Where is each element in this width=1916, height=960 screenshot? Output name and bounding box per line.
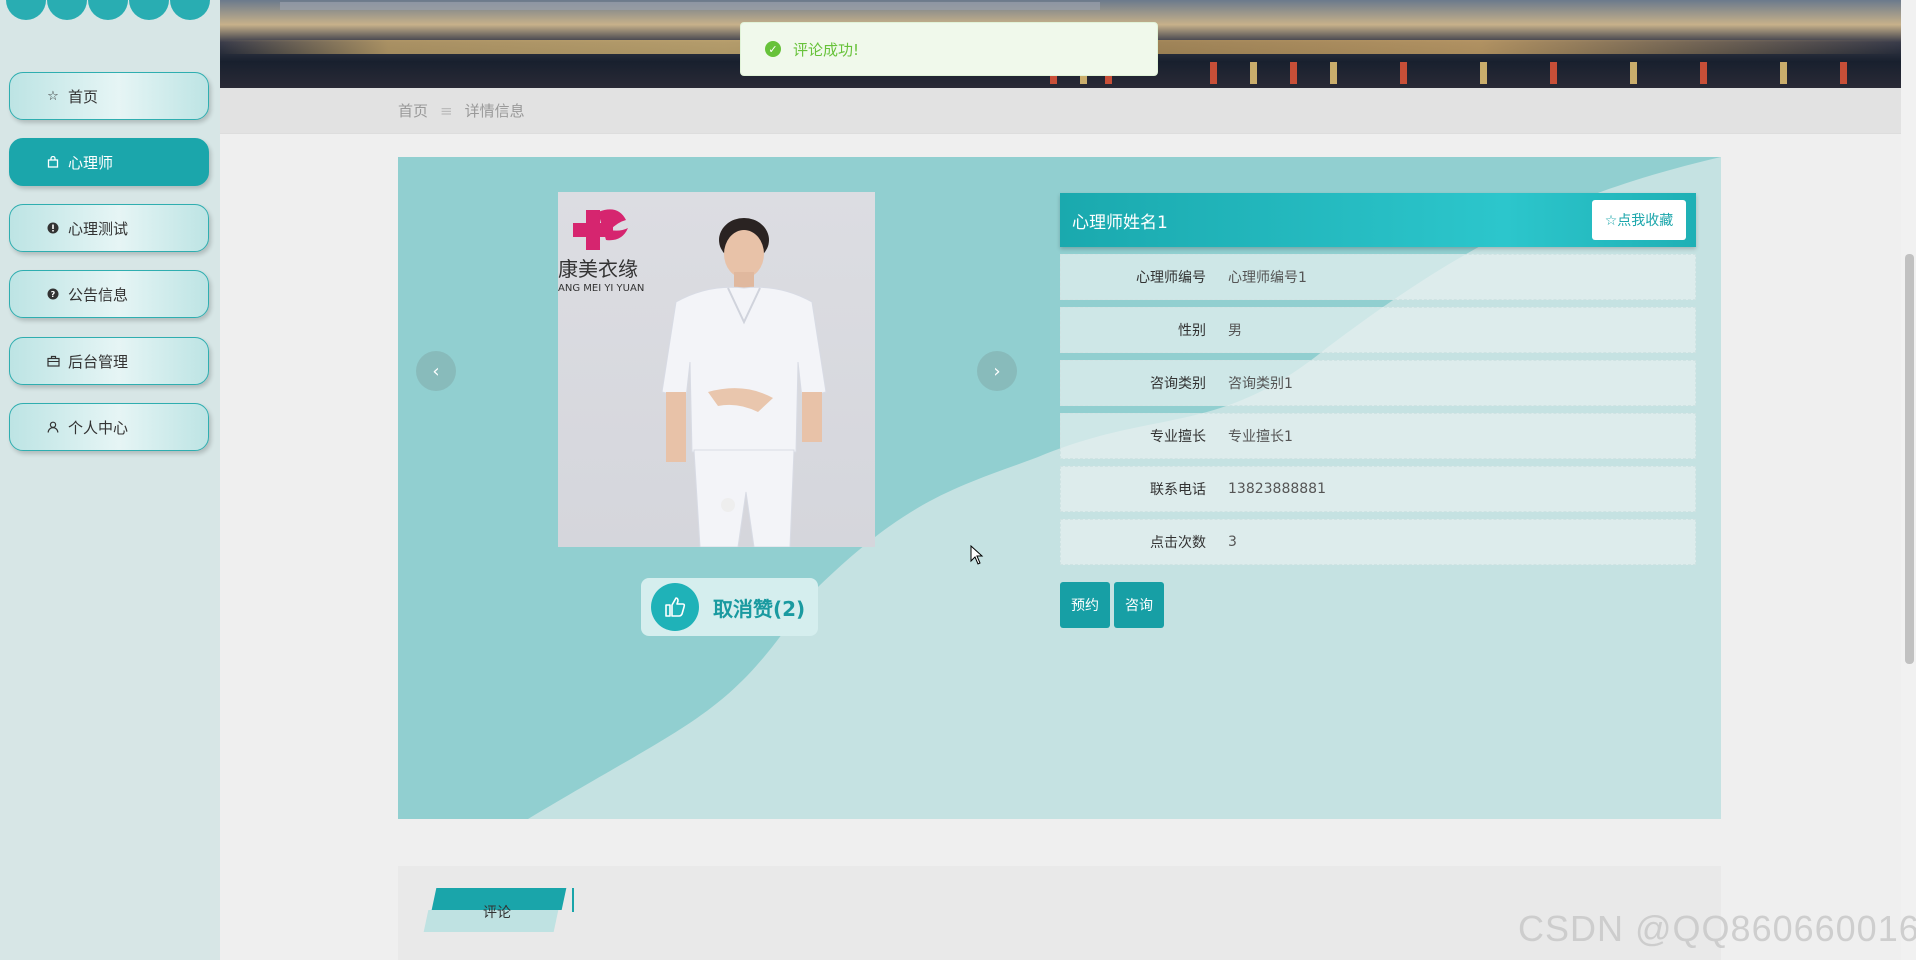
detail-card: 康美衣缘 ANG MEI YI YUAN ‹ › 取消赞(2) 心理师姓名1 ☆… [398,157,1721,819]
sidebar: ☆ 首页 心理师 心理测试 ? 公告信息 后台管理 个人中心 [0,0,220,960]
page-scrollbar[interactable] [1901,0,1916,960]
breadcrumb-current: 详情信息 [464,102,525,120]
scallop-decoration [47,0,87,20]
sidebar-item-admin[interactable]: 后台管理 [9,337,209,385]
field-label: 咨询类别 [1150,376,1206,392]
chevron-left-icon: ‹ [432,360,440,382]
photo-logo-text: 康美衣缘 [558,257,638,281]
mouse-cursor-icon [970,544,984,569]
field-value: 心理师编号1 [1228,270,1307,286]
watermark: CSDN @QQ860660016 [1518,908,1916,949]
favorite-button[interactable]: ☆点我收藏 [1592,200,1686,240]
sidebar-item-psychologist[interactable]: 心理师 [9,138,209,186]
sidebar-item-notices[interactable]: ? 公告信息 [9,270,209,318]
svg-text:?: ? [51,290,56,299]
field-label: 性别 [1178,323,1206,339]
field-value: 专业擅长1 [1228,429,1293,445]
book-button[interactable]: 预约 [1060,582,1110,628]
sidebar-item-label: 心理师 [68,153,114,172]
photo-logo-sub: ANG MEI YI YUAN [558,283,644,294]
psychologist-name: 心理师姓名1 [1072,212,1168,233]
field-value: 男 [1228,323,1242,339]
breadcrumb: 首页 ≡ 详情信息 [220,88,1901,134]
chevron-right-icon: › [993,360,1001,382]
field-row-phone: 联系电话 13823888881 [1060,466,1696,512]
sidebar-item-label: 心理测试 [68,219,129,238]
breadcrumb-home-link[interactable]: 首页 [398,100,428,121]
scallop-decoration [170,0,210,20]
field-value: 13823888881 [1228,481,1326,497]
bag-icon [44,156,62,168]
field-value: 咨询类别1 [1228,376,1293,392]
scallop-decoration [88,0,128,20]
field-label: 专业擅长 [1150,429,1206,445]
field-label: 联系电话 [1150,482,1206,498]
sidebar-item-psych-test[interactable]: 心理测试 [9,204,209,252]
psychologist-photo: 康美衣缘 ANG MEI YI YUAN [558,209,827,547]
briefcase-icon [44,355,62,367]
sidebar-item-home[interactable]: ☆ 首页 [9,72,209,120]
sidebar-item-label: 首页 [68,87,99,106]
field-row-category: 咨询类别 咨询类别1 [1060,360,1696,406]
success-check-icon: ✓ [765,41,781,57]
sidebar-item-label: 个人中心 [68,418,129,437]
carousel-next-button[interactable]: › [977,351,1017,391]
field-value: 3 [1228,534,1237,550]
breadcrumb-separator: ≡ [440,101,453,120]
carousel-prev-button[interactable]: ‹ [416,351,456,391]
tab-comments-label: 评论 [483,905,511,921]
scallop-decoration [6,0,46,20]
alert-circle-icon [44,222,62,234]
action-buttons: 预约 咨询 [1060,582,1696,628]
field-row-clicks: 点击次数 3 [1060,519,1696,565]
sidebar-item-label: 后台管理 [68,352,129,371]
user-icon [44,421,62,433]
tab-comments[interactable]: 评论 [422,888,574,934]
success-toast: ✓ 评论成功! [740,22,1158,76]
star-icon: ☆ [47,88,59,104]
field-row-specialty: 专业擅长 专业擅长1 [1060,413,1696,459]
thumbs-up-icon [651,583,699,631]
field-row-gender: 性别 男 [1060,307,1696,353]
question-circle-icon: ? [44,288,62,300]
tab-decoration [572,888,574,912]
field-label: 点击次数 [1150,535,1206,551]
title-bar: 心理师姓名1 ☆点我收藏 [1060,193,1696,247]
scallop-decoration [129,0,169,20]
sidebar-item-label: 公告信息 [68,285,129,304]
field-row-id: 心理师编号 心理师编号1 [1060,254,1696,300]
like-button[interactable]: 取消赞(2) [641,578,818,636]
like-button-label: 取消赞(2) [713,596,806,621]
consult-button[interactable]: 咨询 [1114,582,1164,628]
field-label: 心理师编号 [1136,270,1206,286]
sidebar-item-profile[interactable]: 个人中心 [9,403,209,451]
carousel-indicator-dot[interactable] [721,498,735,512]
info-panel: 心理师姓名1 ☆点我收藏 心理师编号 心理师编号1 性别 男 咨询类别 咨询类别… [1060,193,1696,628]
toast-message: 评论成功! [793,40,860,59]
carousel-image: 康美衣缘 ANG MEI YI YUAN [558,192,875,547]
scrollbar-thumb[interactable] [1905,254,1914,664]
